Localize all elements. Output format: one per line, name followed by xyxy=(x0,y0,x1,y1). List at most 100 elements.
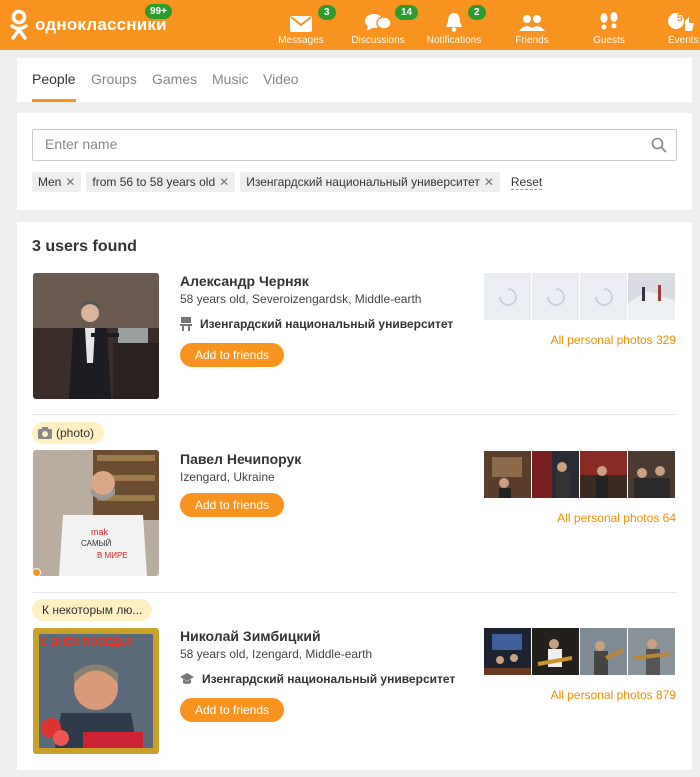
remove-filter-icon[interactable]: ✕ xyxy=(484,175,494,189)
nav-discussions-label: Discussions xyxy=(351,35,405,46)
friends-icon xyxy=(519,15,545,31)
nav-notifications[interactable]: 2 Notifications xyxy=(426,0,486,50)
filter-chip-university[interactable]: Изенгардский национальный университет ✕ xyxy=(240,172,500,192)
nav-messages[interactable]: 3 Messages xyxy=(278,0,336,50)
school-desk-icon xyxy=(180,317,192,331)
camera-icon xyxy=(38,427,52,439)
photo-thumb[interactable] xyxy=(532,628,579,675)
search-results: 3 users found Александр Черняк 58 years … xyxy=(17,222,692,770)
logo[interactable]: одноклассники xyxy=(8,9,167,41)
nav-guests[interactable]: Guests xyxy=(588,0,630,50)
tab-people[interactable]: People xyxy=(32,71,76,87)
user-name[interactable]: Павел Нечипорук xyxy=(180,451,301,467)
footprints-icon xyxy=(600,12,618,30)
svg-text:С ДНЁМ ПОБЕДЫ!: С ДНЁМ ПОБЕДЫ! xyxy=(41,635,132,648)
nav-guests-label: Guests xyxy=(593,35,625,46)
all-photos-link[interactable]: All personal photos 64 xyxy=(557,511,676,525)
user-education: Изенгардский национальный университет xyxy=(180,317,453,331)
user-info: 58 years old, Severoizengardsk, Middle-e… xyxy=(180,292,422,306)
user-info: Izengard, Ukraine xyxy=(180,470,275,484)
search-panel: Men ✕ from 56 to 58 years old ✕ Изенгард… xyxy=(17,113,692,210)
user-status-text: (photo) xyxy=(56,426,95,440)
logo-text: одноклассники xyxy=(35,15,167,34)
user-photo: С ДНЁМ ПОБЕДЫ! xyxy=(33,628,159,754)
reset-filters-link[interactable]: Reset xyxy=(510,175,543,190)
messages-badge: 3 xyxy=(318,5,336,20)
logo-badge: 99+ xyxy=(145,4,172,19)
svg-text:mak: mak xyxy=(91,527,109,537)
search-box xyxy=(32,129,677,161)
bell-icon xyxy=(446,13,462,32)
user-education: Изенгардский национальный университет xyxy=(180,672,455,686)
events-badge: 5 xyxy=(677,13,683,24)
active-tab-indicator xyxy=(32,99,76,102)
active-filters: Men ✕ from 56 to 58 years old ✕ Изенгард… xyxy=(32,172,543,192)
nav-friends[interactable]: Friends xyxy=(510,0,554,50)
loading-spinner-icon xyxy=(498,287,517,306)
tab-video[interactable]: Video xyxy=(263,71,299,87)
user-avatar[interactable]: С ДНЁМ ПОБЕДЫ! xyxy=(33,628,159,754)
photo-thumb-loading[interactable] xyxy=(580,273,627,320)
user-name[interactable]: Александр Черняк xyxy=(180,273,309,289)
tab-groups[interactable]: Groups xyxy=(91,71,137,87)
nav-friends-label: Friends xyxy=(515,35,549,46)
add-to-friends-button[interactable]: Add to friends xyxy=(180,493,284,517)
photo-thumb[interactable] xyxy=(484,628,531,675)
user-name[interactable]: Николай Зимбицкий xyxy=(180,628,321,644)
photo-thumb[interactable] xyxy=(580,451,627,498)
photo-thumbnails xyxy=(484,628,676,675)
svg-text:САМЫЙ: САМЫЙ xyxy=(81,539,112,548)
nav-events-label: Events xyxy=(668,35,699,46)
user-photo xyxy=(33,273,159,399)
top-navigation-bar: одноклассники 99+ 3 Messages 14 Discussi… xyxy=(0,0,700,50)
user-status: К некоторым лю... xyxy=(32,599,153,621)
filter-chip-label: Men xyxy=(38,175,62,189)
svg-text:В МИРЕ: В МИРЕ xyxy=(97,551,128,560)
filter-chip-gender[interactable]: Men ✕ xyxy=(32,172,82,192)
all-photos-link[interactable]: All personal photos 879 xyxy=(551,688,676,702)
results-count: 3 users found xyxy=(32,238,137,255)
tab-music[interactable]: Music xyxy=(212,71,249,87)
add-to-friends-button[interactable]: Add to friends xyxy=(180,343,284,367)
discussions-badge: 14 xyxy=(395,5,419,20)
user-avatar[interactable]: mak САМЫЙ В МИРЕ xyxy=(33,450,159,576)
user-avatar[interactable] xyxy=(33,273,159,399)
nav-notifications-label: Notifications xyxy=(426,35,482,46)
remove-filter-icon[interactable]: ✕ xyxy=(65,175,75,189)
chat-bubbles-icon xyxy=(365,14,391,31)
photo-thumb[interactable] xyxy=(628,451,675,498)
notifications-badge: 2 xyxy=(468,5,486,20)
search-icon[interactable] xyxy=(651,137,667,153)
user-status: (photo) xyxy=(32,422,105,444)
search-input[interactable] xyxy=(45,136,635,152)
photo-thumb[interactable] xyxy=(628,273,675,320)
nav-events[interactable]: 5 Events xyxy=(668,0,700,50)
nav-discussions[interactable]: 14 Discussions xyxy=(350,0,419,50)
photo-thumb-loading[interactable] xyxy=(532,273,579,320)
filter-chip-age[interactable]: from 56 to 58 years old ✕ xyxy=(86,172,236,192)
photo-thumb[interactable] xyxy=(580,628,627,675)
filter-chip-label: from 56 to 58 years old xyxy=(92,175,216,189)
user-status-text: К некоторым лю... xyxy=(42,603,143,617)
ok-logo-icon xyxy=(10,9,28,40)
loading-spinner-icon xyxy=(594,287,613,306)
all-photos-link[interactable]: All personal photos 329 xyxy=(551,333,676,347)
divider xyxy=(32,592,677,593)
loading-spinner-icon xyxy=(546,287,565,306)
remove-filter-icon[interactable]: ✕ xyxy=(219,175,229,189)
photo-thumb[interactable] xyxy=(628,628,675,675)
photo-thumb-loading[interactable] xyxy=(484,273,531,320)
photo-thumb[interactable] xyxy=(532,451,579,498)
user-university: Изенгардский национальный университет xyxy=(200,317,454,331)
online-indicator xyxy=(32,568,41,577)
tab-games[interactable]: Games xyxy=(152,71,197,87)
add-to-friends-button[interactable]: Add to friends xyxy=(180,698,284,722)
user-photo: mak САМЫЙ В МИРЕ xyxy=(33,450,159,576)
photo-thumbnails xyxy=(484,451,676,498)
nav-messages-label: Messages xyxy=(278,35,324,46)
user-university: Изенгардский национальный университет xyxy=(202,672,456,686)
user-info: 58 years old, Izengard, Middle-earth xyxy=(180,647,373,661)
photo-thumb[interactable] xyxy=(484,451,531,498)
envelope-icon xyxy=(290,16,312,32)
divider xyxy=(32,414,677,415)
